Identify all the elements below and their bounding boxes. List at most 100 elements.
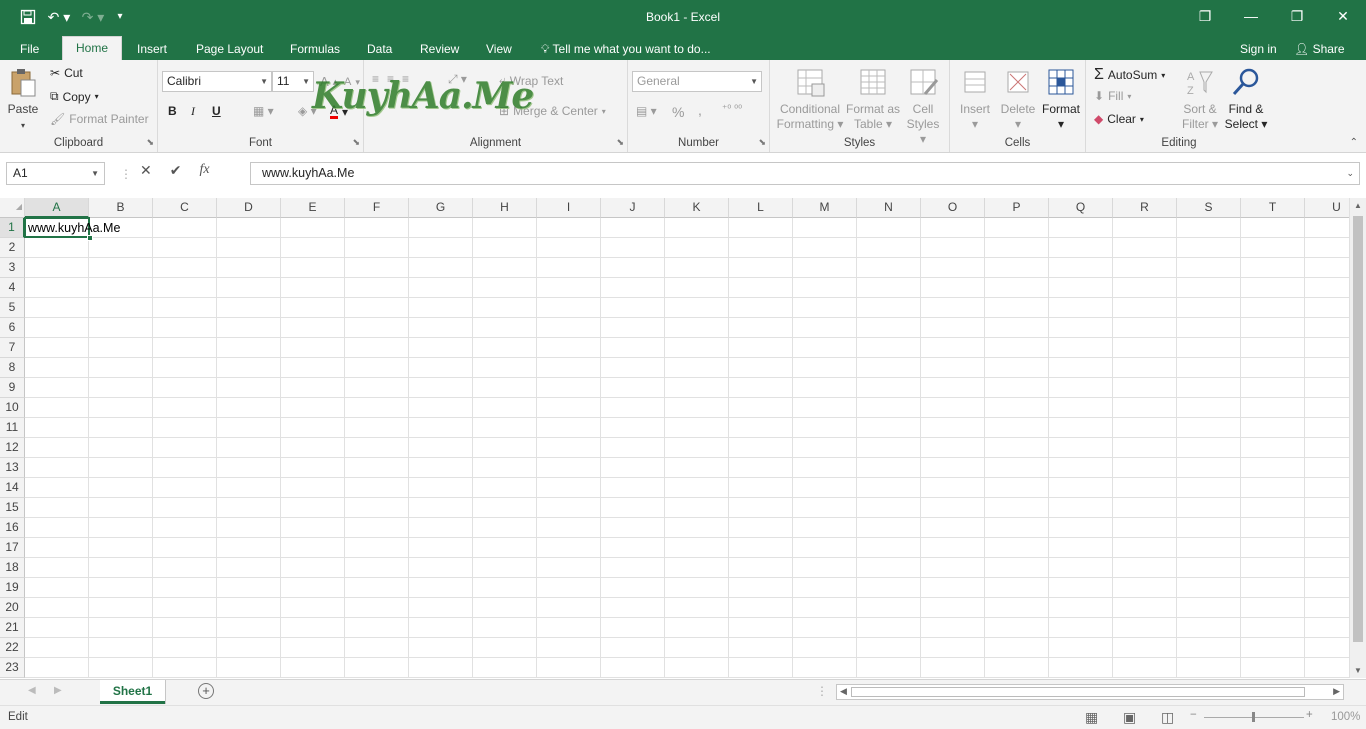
tab-splitter-icon[interactable]: ⋮ [816, 684, 828, 698]
page-break-view-icon[interactable]: ◫ [1161, 709, 1174, 726]
share-button[interactable]: 👤︎ Share [1286, 39, 1353, 60]
font-size-select[interactable]: 11 ▼ [272, 71, 314, 92]
dialog-launcher-icon[interactable]: ⬊ [616, 137, 624, 148]
column-header-h[interactable]: H [473, 198, 537, 218]
row-header-4[interactable]: 4 [0, 278, 25, 298]
column-header-j[interactable]: J [601, 198, 665, 218]
select-all-corner[interactable]: ◢ [0, 198, 25, 218]
comma-button[interactable]: , [698, 102, 702, 118]
name-box[interactable]: A1 ▼ [6, 162, 105, 185]
paste-button[interactable]: Paste ▾ [4, 66, 42, 133]
font-name-select[interactable]: Calibri ▼ [162, 71, 272, 92]
collapse-ribbon-icon[interactable]: ⌃ [1350, 137, 1358, 148]
insert-cells-button[interactable]: Insert ▾ [954, 66, 996, 132]
column-header-a[interactable]: A [25, 198, 89, 218]
column-header-r[interactable]: R [1113, 198, 1177, 218]
conditional-formatting-button[interactable]: Conditional Formatting ▾ [774, 66, 846, 132]
column-header-p[interactable]: P [985, 198, 1049, 218]
delete-cells-button[interactable]: Delete ▾ [996, 66, 1040, 132]
row-header-6[interactable]: 6 [0, 318, 25, 338]
column-header-q[interactable]: Q [1049, 198, 1113, 218]
row-header-8[interactable]: 8 [0, 358, 25, 378]
tab-home[interactable]: Home [62, 36, 122, 60]
insert-function-icon[interactable]: fx [199, 162, 209, 179]
row-header-19[interactable]: 19 [0, 578, 25, 598]
row-header-13[interactable]: 13 [0, 458, 25, 478]
tab-insert[interactable]: Insert [129, 39, 175, 60]
dialog-launcher-icon[interactable]: ⬊ [146, 137, 154, 148]
sort-filter-button[interactable]: AZ Sort & Filter ▾ [1180, 66, 1220, 132]
tab-page-layout[interactable]: Page Layout [188, 39, 271, 60]
horizontal-scrollbar[interactable]: ◀ ▶ [836, 684, 1344, 700]
restore-icon[interactable]: ❐ [1274, 0, 1320, 32]
vertical-scrollbar[interactable]: ▲ ▼ [1349, 198, 1366, 678]
row-header-2[interactable]: 2 [0, 238, 25, 258]
row-header-9[interactable]: 9 [0, 378, 25, 398]
tab-file[interactable]: File [12, 39, 47, 60]
tab-review[interactable]: Review [412, 39, 467, 60]
splitter-icon[interactable]: ⋮ [120, 167, 132, 181]
row-header-12[interactable]: 12 [0, 438, 25, 458]
row-header-10[interactable]: 10 [0, 398, 25, 418]
column-header-d[interactable]: D [217, 198, 281, 218]
h-scroll-thumb[interactable] [851, 687, 1305, 697]
new-sheet-icon[interactable]: + [198, 683, 214, 699]
row-header-1[interactable]: 1 [0, 218, 25, 238]
format-as-table-button[interactable]: Format as Table ▾ [844, 66, 902, 132]
row-header-15[interactable]: 15 [0, 498, 25, 518]
column-header-u[interactable]: U [1305, 198, 1349, 218]
ribbon-display-options-icon[interactable]: ❐ [1182, 0, 1228, 32]
cell-styles-button[interactable]: Cell Styles ▾ [902, 66, 944, 147]
fill-button[interactable]: ⬇ Fill ▾ [1094, 89, 1131, 103]
copy-button[interactable]: ⧉ Copy ▾ [50, 89, 99, 104]
format-cells-button[interactable]: Format ▾ [1038, 66, 1084, 132]
tell-me-box[interactable]: 💡︎ Tell me what you want to do... [533, 39, 719, 60]
scroll-up-icon[interactable]: ▲ [1354, 201, 1362, 210]
column-header-o[interactable]: O [921, 198, 985, 218]
clear-button[interactable]: ◆ Clear ▾ [1094, 112, 1144, 126]
underline-button[interactable]: U [212, 104, 221, 118]
format-painter-button[interactable]: 🖌︎ Format Painter [50, 112, 149, 126]
tab-data[interactable]: Data [359, 39, 400, 60]
dialog-launcher-icon[interactable]: ⬊ [758, 137, 766, 148]
number-format-select[interactable]: General ▼ [632, 71, 762, 92]
column-header-n[interactable]: N [857, 198, 921, 218]
autosum-button[interactable]: Σ AutoSum ▾ [1094, 66, 1165, 84]
row-header-11[interactable]: 11 [0, 418, 25, 438]
expand-formula-icon[interactable]: ⌄ [1346, 163, 1354, 184]
column-header-m[interactable]: M [793, 198, 857, 218]
column-header-i[interactable]: I [537, 198, 601, 218]
scroll-down-icon[interactable]: ▼ [1354, 666, 1362, 675]
cut-button[interactable]: ✂ Cut [50, 66, 83, 80]
scroll-thumb[interactable] [1353, 216, 1363, 642]
normal-view-icon[interactable]: ▦ [1085, 709, 1098, 726]
italic-button[interactable]: I [191, 104, 195, 119]
fill-handle[interactable] [87, 235, 93, 241]
minimize-icon[interactable]: — [1228, 0, 1274, 32]
tab-view[interactable]: View [478, 39, 520, 60]
currency-icon[interactable]: ▤ ▾ [636, 104, 657, 118]
row-header-23[interactable]: 23 [0, 658, 25, 678]
find-select-button[interactable]: Find & Select ▾ [1224, 66, 1268, 132]
sign-in-link[interactable]: Sign in [1232, 39, 1285, 60]
cell-area[interactable] [25, 218, 1349, 678]
prev-sheet-icon[interactable]: ◀ [28, 685, 36, 696]
column-header-c[interactable]: C [153, 198, 217, 218]
row-header-21[interactable]: 21 [0, 618, 25, 638]
sheet-tab-sheet1[interactable]: Sheet1 [100, 680, 165, 704]
row-header-18[interactable]: 18 [0, 558, 25, 578]
enter-icon[interactable]: ✔ [170, 162, 182, 179]
column-header-g[interactable]: G [409, 198, 473, 218]
worksheet-grid[interactable]: ◢ ABCDEFGHIJKLMNOPQRSTU 1 2 3 4 5 6 7 8 9 10 11 12 1… [0, 198, 1349, 678]
row-header-16[interactable]: 16 [0, 518, 25, 538]
scroll-left-icon[interactable]: ◀ [840, 686, 847, 697]
percent-button[interactable]: % [672, 104, 684, 120]
row-header-5[interactable]: 5 [0, 298, 25, 318]
row-header-20[interactable]: 20 [0, 598, 25, 618]
tab-formulas[interactable]: Formulas [282, 39, 348, 60]
zoom-slider-thumb[interactable] [1252, 712, 1255, 722]
zoom-level[interactable]: 100% [1331, 711, 1360, 723]
next-sheet-icon[interactable]: ▶ [54, 685, 62, 696]
column-header-k[interactable]: K [665, 198, 729, 218]
column-header-t[interactable]: T [1241, 198, 1305, 218]
